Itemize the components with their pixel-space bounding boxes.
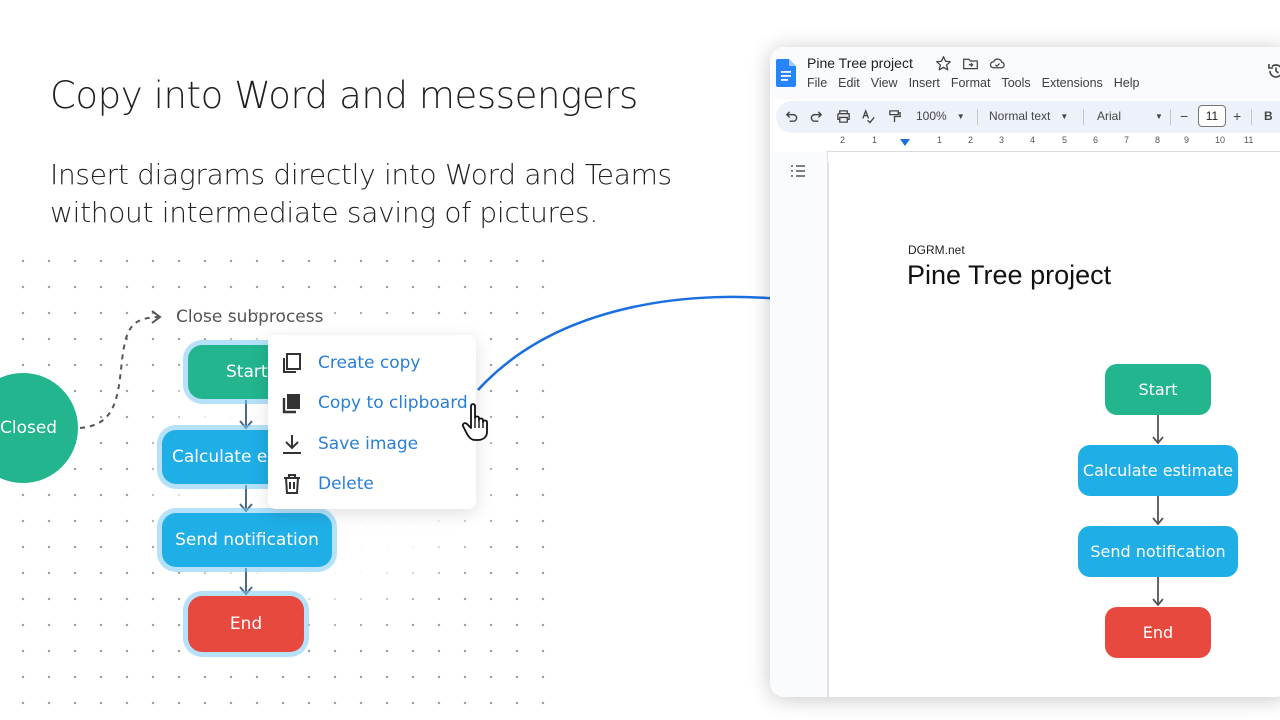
start-node-label: Start [226,362,268,382]
menu-format[interactable]: Format [951,76,991,90]
docs-title[interactable]: Pine Tree project [807,55,913,71]
print-icon [837,110,850,123]
doc-send-node: Send notification [1078,526,1238,577]
toolbar-divider [1251,109,1252,125]
font-size-plus[interactable]: + [1233,108,1241,124]
title-icons [935,55,1006,72]
print-button[interactable] [836,109,851,124]
menu-edit[interactable]: Edit [838,76,860,90]
indent-marker-icon[interactable] [900,139,910,147]
paint-format-icon [889,110,901,123]
doc-calculate-node: Calculate estimate [1078,445,1238,496]
send-notification-node[interactable]: Send notification [162,513,332,567]
trash-icon [284,474,300,494]
ruler-number: 5 [1062,135,1068,145]
ruler-number: 6 [1093,135,1099,145]
ruler-number: 10 [1215,135,1226,145]
redo-button[interactable] [809,109,824,124]
ruler-number: 2 [968,135,974,145]
docs-page[interactable] [828,163,1280,697]
bold-button[interactable]: B [1264,109,1273,123]
doc-small-text: DGRM.net [908,243,965,257]
font-size-minus[interactable]: − [1180,108,1188,124]
cloud-icon[interactable] [989,55,1006,72]
menu-file[interactable]: File [807,76,827,90]
ruler-number: 2 [840,135,846,145]
end-node[interactable]: End [188,596,304,652]
ruler-number: 1 [872,135,878,145]
font-value: Arial [1097,109,1122,123]
doc-start-node: Start [1105,364,1211,415]
menu-tools[interactable]: Tools [1001,76,1030,90]
doc-heading: Pine Tree project [907,260,1112,290]
spellcheck-button[interactable] [861,109,876,124]
toolbar-divider [977,109,978,125]
delete-item[interactable]: Delete [280,469,374,499]
doc-end-node: End [1105,607,1211,658]
redo-icon [810,111,823,122]
undo-icon [785,111,798,122]
slide-subline: Insert diagrams directly into Word and T… [50,158,672,229]
create-copy-item[interactable]: Create copy [280,348,421,378]
download-icon [283,435,301,454]
clipboard-icon [282,394,300,414]
hand-cursor-icon [461,403,488,441]
chevron-down-icon: ▼ [1155,111,1163,121]
menu-insert[interactable]: Insert [909,76,940,90]
star-icon[interactable] [935,55,952,72]
menu-extensions[interactable]: Extensions [1042,76,1103,90]
style-value: Normal text [989,109,1051,123]
create-copy-label: Create copy [318,353,421,373]
ruler-number: 11 [1244,135,1254,145]
save-image-item[interactable]: Save image [280,429,418,459]
chevron-down-icon: ▼ [1060,111,1069,121]
zoom-select[interactable]: 100% ▼ [916,109,965,123]
docs-menu-bar: File Edit View Insert Format Tools Exten… [807,76,1151,90]
subprocess-label: Close subprocess [176,307,324,327]
send-node-label: Send notification [175,530,319,550]
outline-icon[interactable] [790,164,806,178]
spellcheck-icon [862,109,875,124]
history-icon[interactable] [1266,61,1280,81]
menu-view[interactable]: View [871,76,898,90]
ruler-number: 7 [1124,135,1130,145]
docs-logo-icon[interactable] [776,59,796,87]
context-menu: Create copy Copy to clipboard Save image… [268,335,476,509]
style-select[interactable]: Normal text ▼ [989,109,1068,123]
chevron-down-icon: ▼ [956,111,965,121]
ruler-number: 1 [937,135,943,145]
font-size-field[interactable]: 11 [1198,105,1226,127]
delete-label: Delete [318,474,374,494]
copy-to-clipboard-label: Copy to clipboard [318,393,468,413]
menu-help[interactable]: Help [1114,76,1140,90]
toolbar-divider [1170,109,1171,125]
save-image-label: Save image [318,434,419,454]
zoom-value: 100% [916,109,947,123]
docs-window: Pine Tree project File Edit View Insert … [770,47,1280,697]
ruler-number: 8 [1155,135,1161,145]
ruler-number: 3 [999,135,1005,145]
copy-to-clipboard-item[interactable]: Copy to clipboard [280,388,468,418]
docs-title-bar: Pine Tree project File Edit View Insert … [770,47,1280,99]
ruler-number: 9 [1184,135,1190,145]
toolbar-divider [1083,109,1084,125]
end-node-label: End [229,614,263,634]
slide-headline: Copy into Word and messengers [50,74,638,117]
closed-node-label: Closed [0,418,58,438]
paint-format-button[interactable] [887,109,902,124]
font-select[interactable]: Arial ▼ [1097,109,1163,123]
folder-icon[interactable] [962,55,979,72]
docs-left-gutter [770,152,828,697]
ruler-number: 4 [1030,135,1036,145]
docs-ruler: 2 1 1 2 3 4 5 6 7 8 9 10 11 [826,135,1280,152]
undo-button[interactable] [784,109,799,124]
copy-icon [283,353,301,373]
